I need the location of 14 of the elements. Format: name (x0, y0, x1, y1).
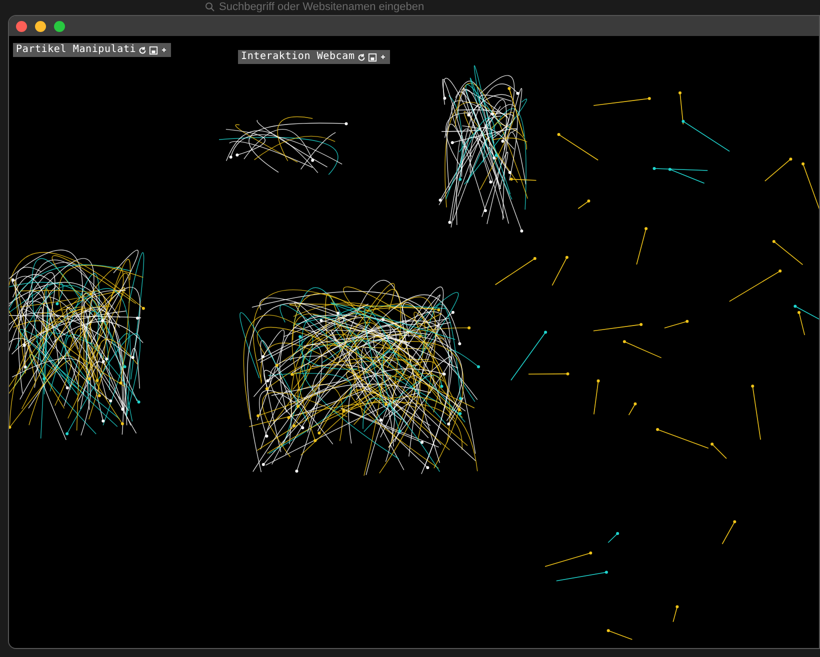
zoom-button[interactable] (54, 20, 65, 32)
minimize-button[interactable] (35, 20, 46, 32)
panel-title: Partikel Manipulati (16, 44, 136, 56)
plus-icon[interactable] (160, 46, 168, 54)
close-button[interactable] (16, 20, 27, 32)
panel-title: Interaktion Webcam (241, 51, 355, 63)
control-panel-header[interactable]: Partikel Manipulati (13, 43, 172, 57)
save-icon[interactable] (149, 46, 158, 54)
control-panel-header[interactable]: Interaktion Webcam (238, 50, 390, 64)
save-icon[interactable] (368, 52, 377, 62)
refresh-icon[interactable] (138, 46, 148, 54)
plus-icon[interactable] (378, 53, 387, 61)
search-icon (205, 2, 215, 12)
refresh-icon[interactable] (356, 52, 366, 62)
